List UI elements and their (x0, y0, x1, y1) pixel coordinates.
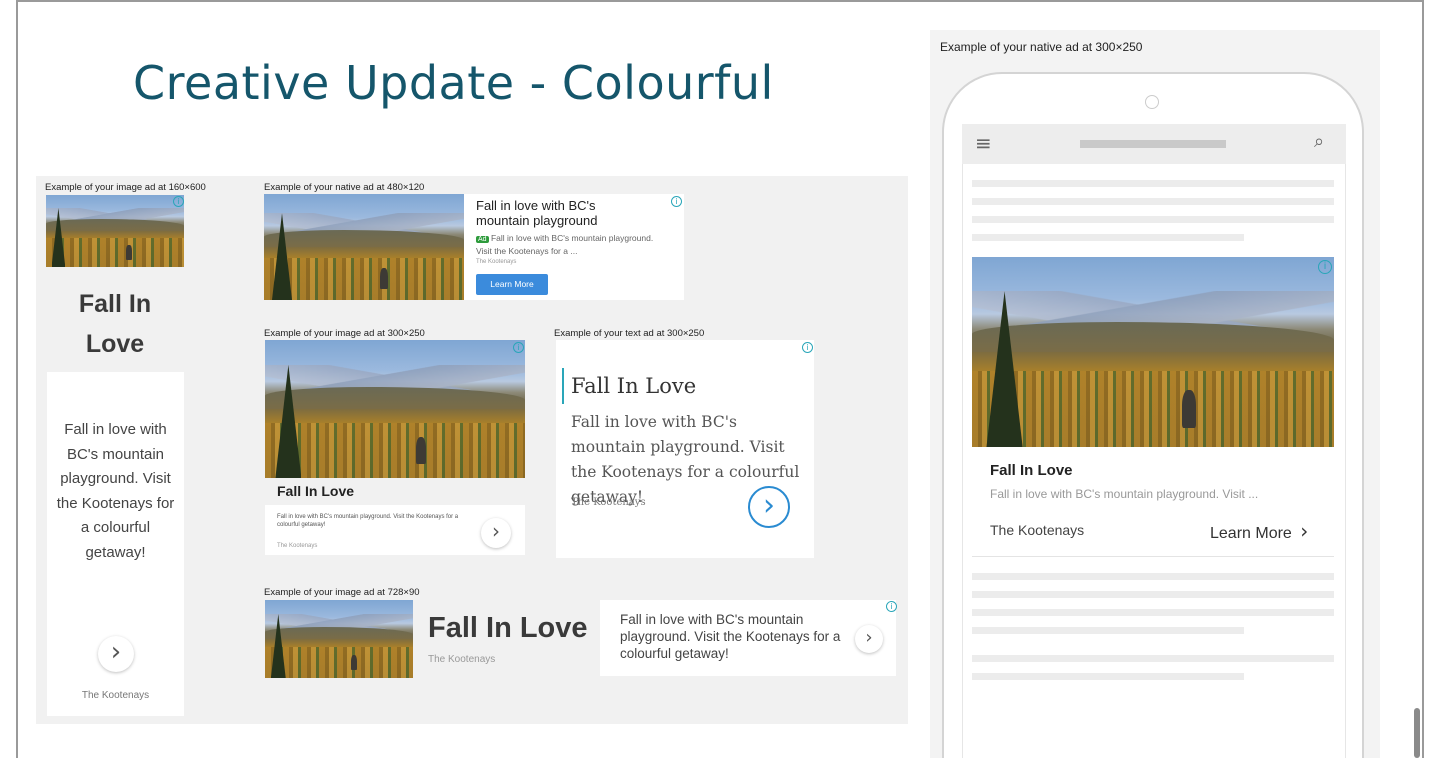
placeholder-line (972, 673, 1244, 680)
divider (972, 556, 1334, 557)
chevron-right-icon: › (1300, 519, 1309, 543)
ad-photo (265, 600, 413, 678)
address-bar[interactable] (1080, 140, 1226, 148)
info-icon[interactable]: i (802, 342, 813, 353)
search-icon[interactable]: ⌕ (1314, 131, 1324, 152)
chevron-right-icon[interactable]: › (481, 518, 511, 548)
tall-ad-description: Fall in love with BC's mountain playgrou… (56, 421, 175, 561)
ad-photo (265, 340, 525, 478)
info-icon[interactable]: i (173, 196, 184, 207)
caption-native-480x120: Example of your native ad at 480×120 (264, 182, 425, 193)
native-ad-headline[interactable]: Fall in love with BC's mountain playgrou… (476, 198, 646, 228)
placeholder-line (972, 573, 1334, 580)
phone-ad-headline[interactable]: Fall In Love (990, 462, 1073, 479)
placeholder-line (972, 627, 1244, 634)
scrollbar-thumb[interactable] (1414, 708, 1420, 758)
caption-native-300x250: Example of your native ad at 300×250 (940, 40, 1143, 54)
image-ad-description: Fall in love with BC's mountain playgrou… (277, 514, 459, 528)
caption-text-300x250: Example of your text ad at 300×250 (554, 328, 705, 339)
advertiser-name: The Kootenays (81, 690, 150, 701)
learn-more-link[interactable]: Learn More › (1210, 519, 1308, 543)
info-icon[interactable]: i (1318, 260, 1332, 274)
learn-more-button[interactable]: Learn More (476, 274, 548, 295)
menu-icon[interactable]: ≡ (975, 131, 992, 155)
accent-bar (562, 368, 564, 404)
caption-image-300x250: Example of your image ad at 300×250 (264, 328, 425, 339)
page-title: Creative Update - Colourful (133, 56, 774, 110)
leaderboard-headline: Fall In Love (428, 612, 588, 644)
info-icon[interactable]: i (886, 601, 897, 612)
info-icon[interactable]: i (671, 196, 682, 207)
placeholder-line (972, 198, 1334, 205)
chevron-right-icon[interactable]: › (855, 625, 883, 653)
advertiser-name: The Kootenays (990, 522, 1085, 538)
placeholder-line (972, 180, 1334, 187)
image-ad-headline: Fall In Love (277, 483, 355, 499)
ad-photo (46, 195, 184, 267)
placeholder-line (972, 609, 1334, 616)
advertiser-name: The Kootenays (277, 543, 318, 549)
placeholder-line (972, 216, 1334, 223)
text-ad-headline[interactable]: Fall In Love (571, 374, 696, 398)
caption-image-160x600: Example of your image ad at 160×600 (45, 182, 206, 193)
ad-badge: Ad (476, 236, 489, 243)
chevron-right-icon[interactable]: › (748, 486, 790, 528)
native-ad-description: Ad Fall in love with BC's mountain playg… (476, 233, 654, 256)
advertiser-name: The Kootenays (571, 497, 646, 508)
chevron-right-icon[interactable]: › (98, 636, 134, 672)
ad-photo (972, 257, 1334, 447)
leaderboard-description: Fall in love with BC's mountain playgrou… (620, 612, 841, 661)
tall-ad-headline: Fall In Love (78, 290, 152, 358)
camera-icon (1145, 95, 1159, 109)
placeholder-line (972, 655, 1334, 662)
placeholder-line (972, 234, 1244, 241)
phone-ad-description: Fall in love with BC's mountain playgrou… (990, 487, 1259, 501)
ad-photo (264, 194, 464, 300)
advertiser-name: The Kootenays (476, 259, 517, 265)
caption-image-728x90: Example of your image ad at 728×90 (264, 587, 420, 598)
info-icon[interactable]: i (513, 342, 524, 353)
placeholder-line (972, 591, 1334, 598)
advertiser-name: The Kootenays (428, 654, 496, 665)
